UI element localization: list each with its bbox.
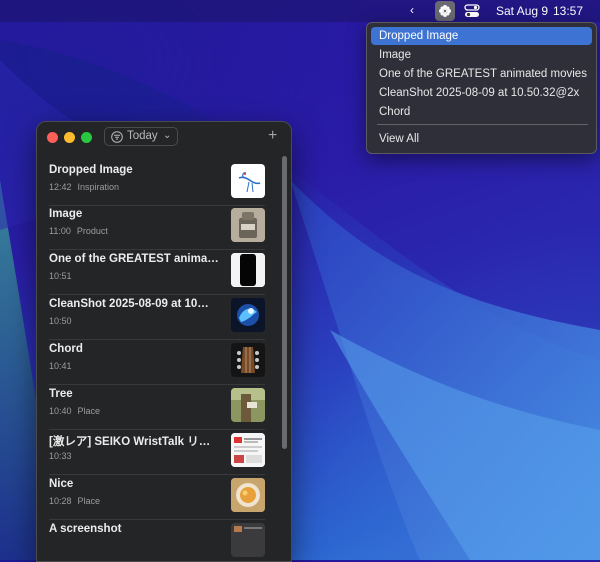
item-time: 11:00: [49, 226, 71, 236]
item-title: Image: [49, 208, 83, 220]
item-title: Chord: [49, 343, 83, 355]
item-meta: 10:51: [49, 271, 72, 281]
item-title: Dropped Image: [49, 164, 133, 176]
date-filter-dropdown[interactable]: Today ⌄: [104, 127, 178, 146]
item-time: 10:28: [49, 496, 72, 506]
list-item[interactable]: Chord 10:41: [37, 337, 277, 385]
list-item[interactable]: One of the GREATEST animat… 10:51: [37, 247, 277, 295]
clips-list: Dropped Image 12:42 Inspiration Image 11:…: [37, 158, 291, 561]
item-thumbnail: [231, 208, 265, 242]
item-title: A screenshot: [49, 523, 122, 535]
item-tag: Place: [77, 496, 101, 506]
filter-icon: [111, 131, 123, 143]
item-meta: 10:50: [49, 316, 72, 326]
item-meta: 10:40 Place: [49, 406, 100, 416]
item-thumbnail: [231, 433, 265, 467]
panel-titlebar: Today ⌄ +: [37, 122, 291, 152]
list-item[interactable]: Dropped Image 12:42 Inspiration: [37, 158, 277, 206]
menu-item-greatest-animated[interactable]: One of the GREATEST animated movies: [371, 65, 592, 83]
item-tag: Inspiration: [77, 182, 120, 192]
menubar-date[interactable]: Sat Aug 9: [496, 4, 548, 18]
item-tag: Place: [77, 406, 101, 416]
item-thumbnail: [231, 253, 265, 287]
clips-panel: Today ⌄ + Dropped Image 12:42 Inspiration: [36, 121, 292, 562]
item-meta: 11:00 Product: [49, 226, 108, 236]
item-time: 10:33: [49, 451, 72, 461]
list-item[interactable]: Tree 10:40 Place: [37, 382, 277, 430]
item-meta: 10:41: [49, 361, 72, 371]
zoom-button[interactable]: [81, 132, 92, 143]
item-title: [激レア] SEIKO WristTalk リス…: [49, 436, 221, 448]
item-thumbnail: [231, 478, 265, 512]
list-item[interactable]: [激レア] SEIKO WristTalk リス… 10:33: [37, 427, 277, 475]
list-item[interactable]: A screenshot: [37, 517, 277, 561]
item-title: One of the GREATEST animat…: [49, 253, 221, 265]
item-thumbnail: [231, 298, 265, 332]
item-title: Nice: [49, 478, 74, 490]
item-title: CleanShot 2025-08-09 at 10…: [49, 298, 209, 310]
item-time: 12:42: [49, 182, 72, 192]
menu-item-cleanshot[interactable]: CleanShot 2025-08-09 at 10.50.32@2x: [371, 84, 592, 102]
menu-item-view-all[interactable]: View All: [371, 130, 592, 148]
item-time: 10:41: [49, 361, 72, 371]
list-item[interactable]: Nice 10:28 Place: [37, 472, 277, 520]
list-item[interactable]: CleanShot 2025-08-09 at 10… 10:50: [37, 292, 277, 340]
item-thumbnail: [231, 343, 265, 377]
menu-item-dropped-image[interactable]: Dropped Image: [371, 27, 592, 45]
item-tag: Product: [76, 226, 108, 236]
item-title: Tree: [49, 388, 73, 400]
recent-items-menu: Dropped Image Image One of the GREATEST …: [366, 22, 597, 154]
minimize-button[interactable]: [64, 132, 75, 143]
control-center-icon[interactable]: [464, 3, 480, 19]
filter-label: Today: [127, 130, 158, 142]
menu-item-image[interactable]: Image: [371, 46, 592, 64]
item-meta: 10:33: [49, 451, 72, 461]
add-button[interactable]: +: [268, 127, 277, 145]
menu-bar: ‹ Sat Aug 9 13:57: [0, 0, 600, 22]
item-thumbnail: [231, 523, 265, 557]
item-meta: 10:28 Place: [49, 496, 100, 506]
item-thumbnail: [231, 388, 265, 422]
item-time: 10:51: [49, 271, 72, 281]
item-time: 10:40: [49, 406, 72, 416]
menu-item-chord[interactable]: Chord: [371, 103, 592, 121]
scrollbar[interactable]: [282, 156, 287, 449]
chevron-down-icon: ⌄: [163, 130, 172, 141]
menubar-time[interactable]: 13:57: [553, 4, 583, 18]
clipboard-flower-icon[interactable]: [435, 1, 455, 21]
item-time: 10:50: [49, 316, 72, 326]
item-thumbnail: [231, 164, 265, 198]
close-button[interactable]: [47, 132, 58, 143]
item-meta: 12:42 Inspiration: [49, 182, 119, 192]
chevron-left-icon[interactable]: ‹: [410, 3, 414, 17]
menu-separator: [377, 124, 588, 125]
list-item[interactable]: Image 11:00 Product: [37, 202, 277, 250]
